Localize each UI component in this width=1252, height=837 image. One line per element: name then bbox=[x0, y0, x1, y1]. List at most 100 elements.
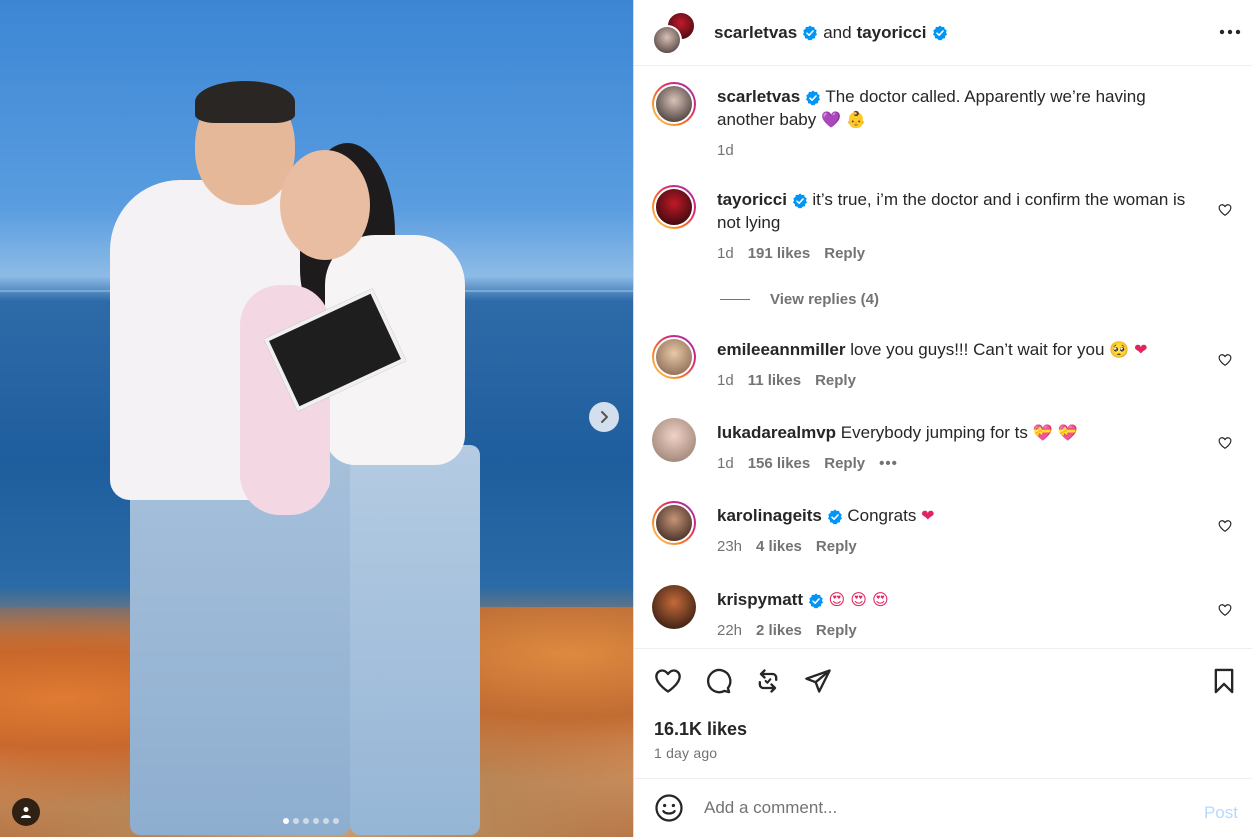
post-dialog: scarletvas and tayoricci scarletvas The … bbox=[0, 0, 1252, 837]
comment-emoji: 💝 💝 bbox=[1032, 423, 1078, 442]
timestamp[interactable]: 1d bbox=[717, 139, 734, 162]
repost-icon[interactable] bbox=[754, 667, 782, 695]
comment-username[interactable]: emileeannmiller bbox=[717, 340, 846, 359]
verified-badge-icon bbox=[805, 90, 821, 106]
send-icon[interactable] bbox=[804, 667, 832, 695]
avatar[interactable] bbox=[652, 185, 696, 229]
collab-avatars[interactable] bbox=[652, 10, 696, 55]
comment-meta: 1d 156 likes Reply ••• bbox=[717, 452, 1207, 475]
comment-like-icon[interactable] bbox=[1218, 203, 1232, 217]
more-options-button[interactable] bbox=[1218, 20, 1242, 44]
comment-like-icon[interactable] bbox=[1218, 436, 1232, 450]
tagged-users-button[interactable] bbox=[12, 798, 40, 826]
post-time[interactable]: 1 day ago bbox=[654, 745, 717, 761]
comment-username[interactable]: scarletvas bbox=[717, 87, 800, 106]
comment-username[interactable]: krispymatt bbox=[717, 590, 803, 609]
carousel-dot[interactable] bbox=[303, 818, 309, 824]
woman-jeans bbox=[350, 445, 480, 835]
avatar[interactable] bbox=[652, 335, 696, 379]
reply-button[interactable]: Reply bbox=[824, 242, 865, 265]
comment-emoji: 🥺 ❤ bbox=[1109, 340, 1148, 359]
view-replies-button[interactable]: View replies (4) bbox=[720, 291, 879, 308]
chevron-right-icon bbox=[601, 411, 608, 423]
likes-count[interactable]: 16.1K likes bbox=[654, 719, 747, 740]
reply-button[interactable]: Reply bbox=[815, 369, 856, 392]
timestamp[interactable]: 23h bbox=[717, 535, 742, 558]
timestamp[interactable]: 1d bbox=[717, 369, 734, 392]
smiley-icon[interactable] bbox=[654, 793, 684, 823]
photo-subjects bbox=[110, 81, 500, 837]
verified-badge-icon bbox=[932, 25, 948, 41]
caption-emoji: 💜 👶 bbox=[820, 110, 866, 129]
more-horizontal-icon bbox=[1219, 29, 1241, 35]
carousel-dot[interactable] bbox=[283, 818, 289, 824]
post-header: scarletvas and tayoricci bbox=[634, 0, 1252, 66]
comment-text: love you guys!!! Can’t wait for you bbox=[850, 340, 1105, 359]
verified-badge-icon bbox=[802, 25, 818, 41]
replies-divider bbox=[720, 299, 750, 300]
comment-options-button[interactable]: ••• bbox=[879, 452, 898, 475]
avatar[interactable] bbox=[652, 82, 696, 126]
like-count[interactable]: 11 likes bbox=[748, 369, 801, 392]
like-count[interactable]: 191 likes bbox=[748, 242, 811, 265]
bookmark-icon[interactable] bbox=[1210, 667, 1238, 695]
reply-button[interactable]: Reply bbox=[816, 619, 857, 642]
comments-list[interactable]: scarletvas The doctor called. Apparently… bbox=[634, 67, 1252, 647]
comment-meta: 23h 4 likes Reply bbox=[717, 535, 1207, 558]
comment-body: karolinageits Congrats ❤ 23h 4 likes Rep… bbox=[717, 504, 1207, 558]
comment-text: it’s true, i’m the doctor and i confirm … bbox=[717, 190, 1186, 232]
carousel-dot[interactable] bbox=[293, 818, 299, 824]
carousel-dot[interactable] bbox=[313, 818, 319, 824]
comment-like-icon[interactable] bbox=[1218, 519, 1232, 533]
view-replies-label: View replies (4) bbox=[770, 291, 879, 308]
timestamp[interactable]: 1d bbox=[717, 452, 734, 475]
comment-emoji: 😍 😍 😍 bbox=[828, 590, 889, 609]
comment-like-icon[interactable] bbox=[1218, 353, 1232, 367]
comment-icon[interactable] bbox=[704, 667, 732, 695]
header-username-2[interactable]: tayoricci bbox=[857, 23, 927, 43]
heart-icon[interactable] bbox=[654, 667, 682, 695]
verified-badge-icon bbox=[808, 593, 824, 609]
avatar[interactable] bbox=[652, 418, 696, 462]
header-username-1[interactable]: scarletvas bbox=[714, 23, 797, 43]
man-hair bbox=[195, 81, 295, 123]
carousel-dot[interactable] bbox=[323, 818, 329, 824]
header-joiner: and bbox=[823, 22, 852, 42]
caption-body: scarletvas The doctor called. Apparently… bbox=[717, 85, 1207, 162]
comment-emoji: ❤ bbox=[921, 506, 935, 525]
comment-meta: 1d 11 likes Reply bbox=[717, 369, 1207, 392]
carousel-indicators bbox=[283, 818, 339, 824]
comment-input[interactable] bbox=[704, 798, 1174, 818]
reply-button[interactable]: Reply bbox=[816, 535, 857, 558]
comment-body: tayoricci it’s true, i’m the doctor and … bbox=[717, 188, 1207, 265]
comment-body: emileeannmiller love you guys!!! Can’t w… bbox=[717, 338, 1207, 392]
reply-button[interactable]: Reply bbox=[824, 452, 865, 475]
post-comment-button[interactable]: Post bbox=[1204, 803, 1238, 823]
carousel-next-button[interactable] bbox=[589, 402, 619, 432]
comment-text: Everybody jumping for ts bbox=[840, 423, 1028, 442]
comment-body: lukadarealmvp Everybody jumping for ts 💝… bbox=[717, 421, 1207, 475]
like-count[interactable]: 4 likes bbox=[756, 535, 802, 558]
verified-badge-icon bbox=[827, 509, 843, 525]
comment-username[interactable]: tayoricci bbox=[717, 190, 787, 209]
collab-names: scarletvas and tayoricci bbox=[714, 23, 948, 43]
caption-meta: 1d bbox=[717, 139, 1207, 162]
comment-meta: 1d 191 likes Reply bbox=[717, 242, 1207, 265]
post-media[interactable] bbox=[0, 0, 633, 837]
post-sidebar: scarletvas and tayoricci scarletvas The … bbox=[633, 0, 1252, 837]
avatar[interactable] bbox=[652, 501, 696, 545]
comment-meta: 22h 2 likes Reply bbox=[717, 619, 1207, 642]
avatar[interactable] bbox=[652, 585, 696, 629]
carousel-dot[interactable] bbox=[333, 818, 339, 824]
timestamp[interactable]: 1d bbox=[717, 242, 734, 265]
like-count[interactable]: 2 likes bbox=[756, 619, 802, 642]
verified-badge-icon bbox=[792, 193, 808, 209]
comment-username[interactable]: karolinageits bbox=[717, 506, 822, 525]
comment-body: krispymatt 😍 😍 😍 22h 2 likes Reply bbox=[717, 588, 1207, 642]
post-actions: 16.1K likes 1 day ago bbox=[634, 648, 1252, 778]
comment-username[interactable]: lukadarealmvp bbox=[717, 423, 836, 442]
comment-like-icon[interactable] bbox=[1218, 603, 1232, 617]
like-count[interactable]: 156 likes bbox=[748, 452, 811, 475]
comment-text: Congrats bbox=[847, 506, 917, 525]
timestamp[interactable]: 22h bbox=[717, 619, 742, 642]
